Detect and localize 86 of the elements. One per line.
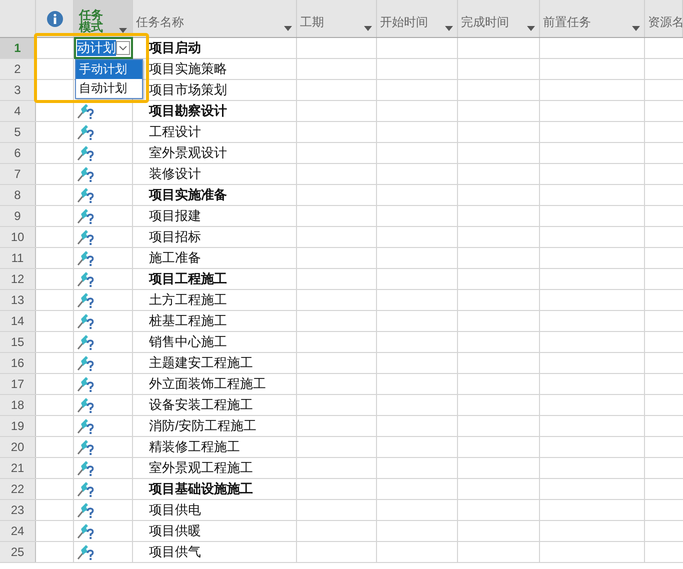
task-name: 工程设计 [133,122,297,142]
task-name: 项目基础设施施工 [133,479,297,499]
task-name: 土方工程施工 [133,290,297,310]
row-number[interactable]: 22 [0,479,36,499]
row-number[interactable]: 19 [0,416,36,436]
column-header[interactable]: 工期 [297,0,377,37]
task-name: 主题建安工程施工 [133,353,297,373]
caret-icon[interactable] [284,26,292,31]
chevron-down-icon[interactable] [116,41,130,55]
task-name: 项目实施准备 [133,185,297,205]
row-number[interactable]: 20 [0,437,36,457]
task-name: 项目报建 [133,206,297,226]
row-number[interactable]: 11 [0,248,36,268]
pin-question-icon [77,102,95,120]
pin-question-icon [77,354,95,372]
task-name: 项目供暖 [133,521,297,541]
row-number[interactable]: 14 [0,311,36,331]
row-number[interactable]: 8 [0,185,36,205]
task-name: 设备安装工程施工 [133,395,297,415]
caret-icon[interactable] [119,28,127,33]
row-number[interactable]: 12 [0,269,36,289]
pin-question-icon [77,124,95,140]
mode-editor-value[interactable]: 动计划 [77,40,116,56]
task-name: 销售中心施工 [133,332,297,352]
row-number[interactable]: 9 [0,206,36,226]
row-number[interactable]: 21 [0,458,36,478]
task-name: 项目供电 [133,500,297,520]
pin-question-icon [77,270,95,288]
row-number[interactable]: 4 [0,101,36,121]
task-name: 项目招标 [133,227,297,247]
column-header[interactable]: 任务名称 [133,0,297,37]
row-number[interactable]: 15 [0,332,36,352]
task-name: 精装修工程施工 [133,437,297,457]
pin-question-icon [77,334,95,350]
info-icon [46,10,62,26]
pin-question-icon [77,544,95,560]
task-name: 室外景观工程施工 [133,458,297,478]
pin-question-icon [77,312,95,330]
caret-icon[interactable] [364,26,372,31]
row-number[interactable]: 16 [0,353,36,373]
pin-question-icon [77,480,95,498]
caret-icon[interactable] [445,26,453,31]
row-number[interactable]: 25 [0,542,36,562]
pin-question-icon [77,396,95,414]
task-name: 施工准备 [133,248,297,268]
column-header[interactable]: 任务模式 [74,0,133,37]
pin-question-icon [77,418,95,434]
task-name: 项目工程施工 [133,269,297,289]
task-name: 项目勘察设计 [133,101,297,121]
pin-question-icon [77,438,95,456]
column-header[interactable]: 开始时间 [377,0,458,37]
pin-question-icon [77,522,95,540]
task-name: 桩基工程施工 [133,311,297,331]
column-header[interactable]: 完成时间 [458,0,540,37]
row-number[interactable]: 18 [0,395,36,415]
task-name: 室外景观设计 [133,143,297,163]
task-name: 外立面装饰工程施工 [133,374,297,394]
row-number[interactable]: 3 [0,80,36,100]
row-number[interactable]: 1 [0,38,36,58]
pin-question-icon [77,144,95,162]
pin-question-icon [77,186,95,204]
dropdown-option[interactable]: 手动计划 [76,60,142,79]
row-number[interactable]: 17 [0,374,36,394]
pin-question-icon [77,460,95,476]
task-name: 消防/安防工程施工 [133,416,297,436]
pin-question-icon [77,208,95,224]
row-number[interactable]: 23 [0,500,36,520]
pin-question-icon [77,250,95,266]
row-number[interactable]: 2 [0,59,36,79]
row-number[interactable]: 6 [0,143,36,163]
task-name: 装修设计 [133,164,297,184]
pin-question-icon [77,502,95,518]
pin-question-icon [77,166,95,182]
row-number[interactable]: 10 [0,227,36,247]
column-header[interactable]: 前置任务 [540,0,645,37]
pin-question-icon [77,228,95,246]
row-number[interactable]: 7 [0,164,36,184]
row-number[interactable]: 13 [0,290,36,310]
pin-question-icon [77,292,95,308]
row-number[interactable]: 24 [0,521,36,541]
caret-icon[interactable] [632,26,640,31]
caret-icon[interactable] [527,26,535,31]
task-name: 项目供气 [133,542,297,562]
row-number[interactable]: 5 [0,122,36,142]
pin-question-icon [77,376,95,392]
column-header[interactable]: 资源名 [645,0,683,37]
